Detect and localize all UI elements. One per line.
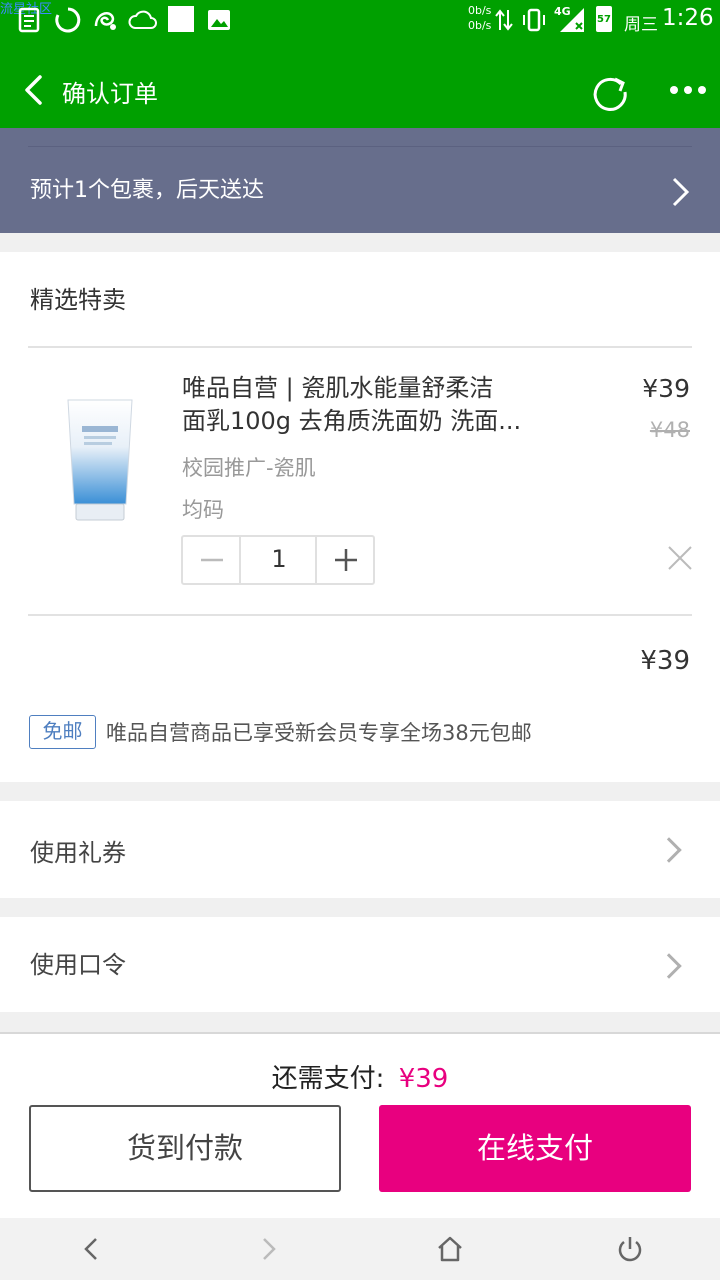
clock: 1:26	[662, 5, 714, 31]
banner-divider	[28, 146, 692, 147]
gallery-icon	[208, 10, 230, 30]
status-bar: 流星社区 0b/s 0b/s 4G 57 周三 1:26	[0, 0, 720, 40]
square-app-icon	[168, 6, 194, 32]
notes-icon	[18, 7, 40, 33]
weekday-label: 周三	[624, 15, 658, 35]
product-price: ¥39	[642, 374, 690, 403]
decrease-button[interactable]	[183, 537, 241, 583]
chevron-right-icon	[672, 177, 690, 207]
product-tag: 校园推广-瓷肌	[182, 456, 316, 480]
loading-circle-icon	[55, 7, 81, 33]
cloud-icon	[128, 10, 157, 29]
amount-due: 还需支付: ¥39	[0, 1058, 720, 1095]
delivery-banner[interactable]: 预计1个包裹，后天送达	[0, 128, 720, 233]
remove-item-icon[interactable]	[666, 544, 694, 572]
data-transfer-icon	[495, 9, 513, 31]
shipping-info: 唯品自营商品已享受新会员专享全场38元包邮	[106, 721, 532, 745]
quantity-stepper: 1	[181, 535, 375, 585]
chevron-right-icon	[656, 837, 682, 863]
cash-on-delivery-button[interactable]: 货到付款	[29, 1105, 341, 1192]
uc-browser-icon	[94, 12, 116, 30]
net-speed-down: 0b/s	[468, 19, 492, 32]
power-icon[interactable]	[615, 1234, 645, 1264]
online-payment-button[interactable]: 在线支付	[379, 1105, 691, 1192]
section-title: 精选特卖	[30, 286, 126, 314]
system-nav-bar	[0, 1218, 720, 1280]
divider	[28, 346, 692, 348]
home-icon[interactable]	[435, 1234, 465, 1264]
quantity-value[interactable]: 1	[243, 545, 315, 573]
back-arrow-icon[interactable]	[22, 74, 46, 106]
nav-forward-icon[interactable]	[256, 1236, 282, 1262]
product-name-line1: 唯品自营 | 瓷肌水能量舒柔洁	[182, 374, 494, 402]
net-speed-up: 0b/s	[468, 4, 492, 17]
minus-icon	[201, 558, 223, 562]
vibrate-icon	[523, 8, 545, 32]
product-original-price: ¥48	[649, 418, 690, 442]
promo-code-label: 使用口令	[30, 951, 126, 979]
chevron-right-icon	[656, 953, 682, 979]
more-options-icon[interactable]	[668, 82, 708, 98]
app-bar: 确认订单	[0, 40, 720, 128]
divider	[28, 614, 692, 616]
amount-due-label: 还需支付:	[271, 1064, 385, 1094]
subtotal-amount: ¥39	[640, 646, 690, 676]
battery-level: 57	[597, 14, 611, 25]
page-title: 确认订单	[62, 80, 158, 108]
plus-icon	[335, 549, 357, 571]
online-payment-label: 在线支付	[476, 1131, 593, 1165]
coupon-row[interactable]: 使用礼券	[0, 801, 720, 898]
coupon-label: 使用礼券	[30, 839, 126, 867]
order-section: 精选特卖 唯品自营 | 瓷肌水能量舒柔洁 面乳100g 去角质洗面奶 洗面...…	[0, 252, 720, 782]
increase-button[interactable]	[315, 537, 373, 583]
delivery-text: 预计1个包裹，后天送达	[30, 178, 264, 203]
product-name-line2: 面乳100g 去角质洗面奶 洗面...	[182, 407, 522, 435]
cash-on-delivery-label: 货到付款	[126, 1131, 243, 1165]
nav-back-icon[interactable]	[78, 1236, 104, 1262]
product-spec: 均码	[182, 498, 224, 522]
refresh-icon[interactable]	[588, 70, 632, 114]
promo-code-row[interactable]: 使用口令	[0, 917, 720, 1012]
amount-due-value: ¥39	[398, 1064, 449, 1094]
free-shipping-badge: 免邮	[29, 715, 96, 749]
signal-icon	[560, 8, 584, 32]
payment-panel: 还需支付: ¥39 货到付款 在线支付	[0, 1032, 720, 1218]
battery-icon: 57	[596, 6, 612, 32]
product-image[interactable]	[40, 372, 160, 532]
product-name[interactable]: 唯品自营 | 瓷肌水能量舒柔洁 面乳100g 去角质洗面奶 洗面...	[182, 372, 562, 438]
